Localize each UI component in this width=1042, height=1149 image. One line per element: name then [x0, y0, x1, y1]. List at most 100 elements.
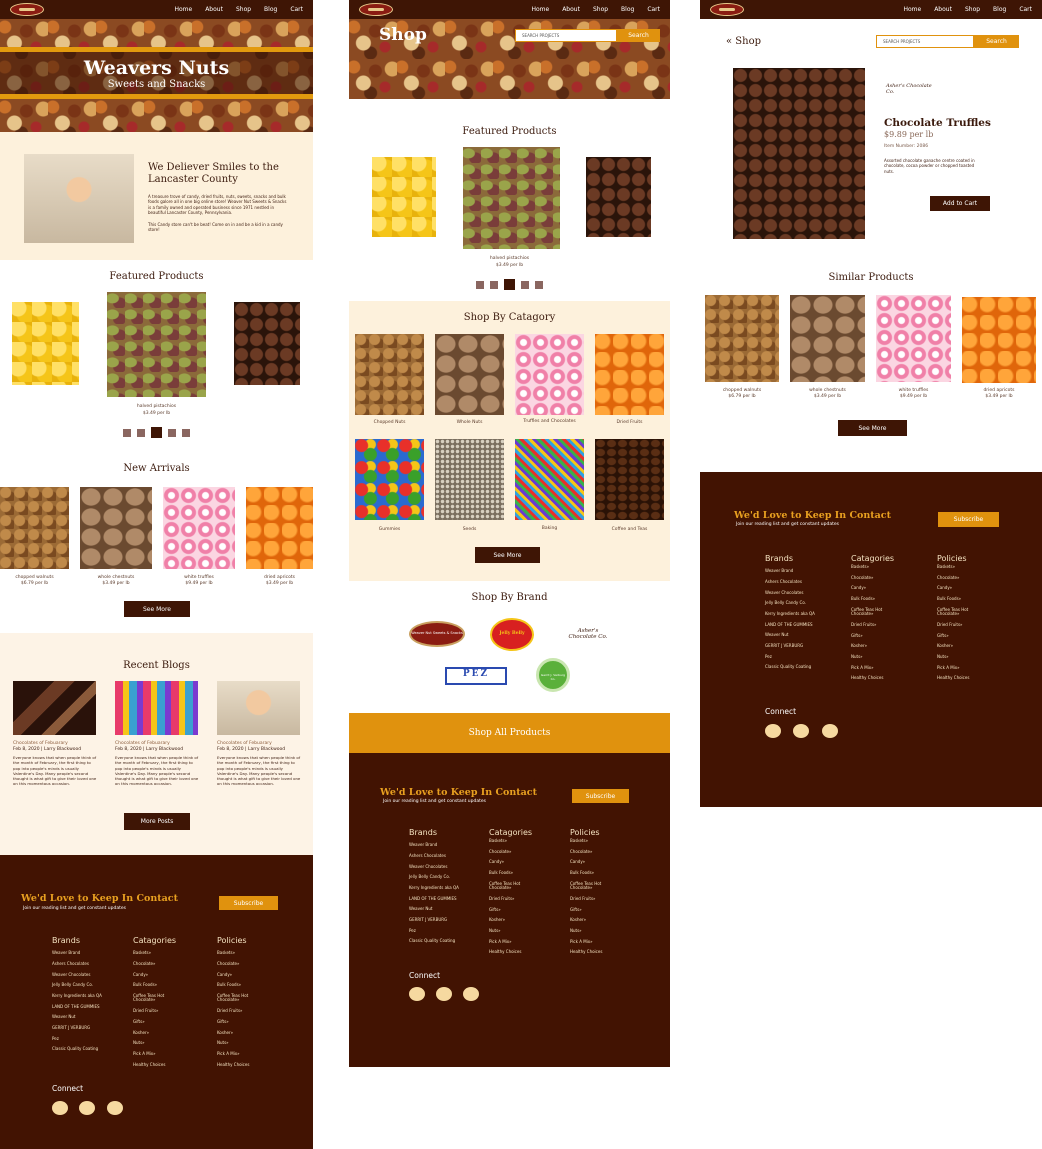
category-label[interactable]: Truffles and Chocolates: [515, 419, 584, 424]
footer-link[interactable]: Healthy Choices: [217, 1062, 292, 1067]
carousel-dot-active[interactable]: [504, 279, 515, 290]
footer-link[interactable]: Baskets»: [489, 838, 564, 843]
footer-link[interactable]: Ashers Chocolates: [52, 961, 127, 966]
footer-link[interactable]: Chocolate»: [851, 575, 931, 580]
footer-link[interactable]: Dried Fruits»: [570, 896, 645, 901]
footer-link[interactable]: Dried Fruits»: [851, 622, 931, 627]
footer-link[interactable]: Candy»: [217, 972, 292, 977]
footer-link[interactable]: Bulk Foods»: [133, 982, 208, 987]
footer-link[interactable]: Kosher»: [570, 917, 645, 922]
footer-link[interactable]: Chocolate»: [133, 961, 208, 966]
footer-link[interactable]: Ashers Chocolates: [765, 579, 845, 584]
footer-link[interactable]: Pick A Mix»: [133, 1051, 208, 1056]
nav-about[interactable]: About: [562, 6, 580, 13]
brand-logo-pez[interactable]: PEZ: [445, 667, 507, 685]
featured-pineapple[interactable]: [12, 302, 79, 385]
footer-link[interactable]: Coffee Teas Hot Chocolate»: [570, 881, 610, 891]
carousel-dot[interactable]: [521, 280, 529, 289]
footer-link[interactable]: Weaver Nut: [765, 633, 845, 638]
similar-image[interactable]: [962, 297, 1036, 383]
carousel-dot[interactable]: [476, 280, 484, 289]
category-label[interactable]: Chopped Nuts: [355, 420, 424, 425]
footer-link[interactable]: Candy»: [851, 585, 931, 590]
footer-link[interactable]: Bulk Foods»: [570, 870, 645, 875]
footer-link[interactable]: Baskets»: [937, 564, 1017, 569]
search-button[interactable]: Search: [617, 29, 660, 42]
carousel-dot[interactable]: [490, 280, 498, 289]
footer-link[interactable]: Pick A Mix»: [570, 939, 645, 944]
search-input[interactable]: SEARCH PROJECTS: [515, 29, 617, 42]
footer-link[interactable]: Nuts»: [217, 1040, 292, 1045]
footer-link[interactable]: Candy»: [570, 859, 645, 864]
footer-link[interactable]: Pez: [765, 654, 845, 659]
footer-link[interactable]: Classic Quality Coating: [409, 939, 484, 944]
nav-about[interactable]: About: [205, 6, 223, 13]
nav-shop[interactable]: Shop: [593, 6, 608, 13]
footer-link[interactable]: Gifts»: [570, 907, 645, 912]
weaver-logo[interactable]: [10, 3, 44, 16]
arrival-image-3[interactable]: [163, 487, 235, 569]
nav-about[interactable]: About: [934, 6, 952, 13]
category-image[interactable]: [355, 439, 424, 520]
arrival-image-4[interactable]: [246, 487, 313, 569]
footer-link[interactable]: Coffee Teas Hot Chocolate»: [489, 881, 529, 891]
footer-link[interactable]: Kosher»: [937, 643, 1017, 648]
brand-logo-ashers[interactable]: Asher's Chocolate Co.: [563, 620, 613, 650]
footer-link[interactable]: Pick A Mix»: [217, 1051, 292, 1056]
footer-link[interactable]: Nuts»: [937, 654, 1017, 659]
footer-link[interactable]: Chocolate»: [937, 575, 1017, 580]
footer-link[interactable]: Healthy Choices: [851, 675, 931, 680]
footer-link[interactable]: Pick A Mix»: [937, 665, 1017, 670]
category-label[interactable]: Seeds: [435, 527, 504, 532]
footer-link[interactable]: Nuts»: [570, 928, 645, 933]
footer-link[interactable]: Baskets»: [570, 838, 645, 843]
carousel-dot-active[interactable]: [151, 427, 162, 438]
see-more-button[interactable]: See More: [124, 601, 190, 617]
search-input[interactable]: SEARCH PROJECTS: [876, 35, 974, 48]
category-label[interactable]: Coffee and Teas: [595, 527, 664, 532]
nav-home[interactable]: Home: [903, 6, 921, 13]
footer-link[interactable]: Weaver Nut: [409, 907, 484, 912]
footer-link[interactable]: Jelly Belly Candy Co.: [409, 874, 484, 879]
footer-link[interactable]: Weaver Chocolates: [409, 864, 484, 869]
footer-link[interactable]: Bulk Foods»: [937, 596, 1017, 601]
footer-link[interactable]: Kerry Ingredients aka QA: [409, 885, 484, 890]
brand-logo-jelly-belly[interactable]: Jelly Belly: [490, 618, 534, 651]
footer-link[interactable]: Classic Quality Coating: [765, 665, 845, 670]
social-icon[interactable]: [463, 987, 479, 1001]
category-image[interactable]: [435, 439, 504, 520]
footer-link[interactable]: Healthy Choices: [570, 949, 645, 954]
blog-image-1[interactable]: [13, 681, 96, 735]
nav-cart[interactable]: Cart: [1019, 6, 1032, 13]
carousel-dot[interactable]: [535, 280, 543, 289]
footer-link[interactable]: Jelly Belly Candy Co.: [765, 600, 845, 605]
footer-link[interactable]: Candy»: [489, 859, 564, 864]
footer-link[interactable]: Kerry Ingredients aka QA: [765, 611, 845, 616]
footer-link[interactable]: LAND OF THE GUMMIES: [409, 896, 484, 901]
footer-link[interactable]: Kosher»: [217, 1030, 292, 1035]
footer-link[interactable]: GERRIT J VERBURG: [52, 1025, 127, 1030]
footer-link[interactable]: Gifts»: [851, 633, 931, 638]
footer-link[interactable]: Gifts»: [133, 1019, 208, 1024]
footer-link[interactable]: GERRIT J VERBURG: [409, 917, 484, 922]
footer-link[interactable]: LAND OF THE GUMMIES: [52, 1004, 127, 1009]
category-image[interactable]: [515, 439, 584, 520]
footer-link[interactable]: Weaver Nut: [52, 1015, 127, 1020]
subscribe-button[interactable]: Subscribe: [938, 512, 999, 527]
social-icon[interactable]: [436, 987, 452, 1001]
shop-all-button[interactable]: Shop All Products: [349, 713, 670, 753]
featured-chocolate[interactable]: [234, 302, 300, 385]
footer-link[interactable]: Candy»: [937, 585, 1017, 590]
nav-cart[interactable]: Cart: [290, 6, 303, 13]
back-to-shop-link[interactable]: « Shop: [726, 36, 761, 47]
category-image[interactable]: [595, 439, 664, 520]
footer-link[interactable]: Baskets»: [851, 564, 931, 569]
featured-pistachios[interactable]: [463, 147, 560, 249]
footer-link[interactable]: Weaver Brand: [409, 842, 484, 847]
arrival-image-1[interactable]: [0, 487, 69, 569]
more-posts-button[interactable]: More Posts: [124, 813, 190, 830]
carousel-dot[interactable]: [168, 428, 176, 437]
arrival-image-2[interactable]: [80, 487, 152, 569]
footer-link[interactable]: Kerry Ingredients aka QA: [52, 993, 127, 998]
similar-image[interactable]: [790, 295, 865, 382]
